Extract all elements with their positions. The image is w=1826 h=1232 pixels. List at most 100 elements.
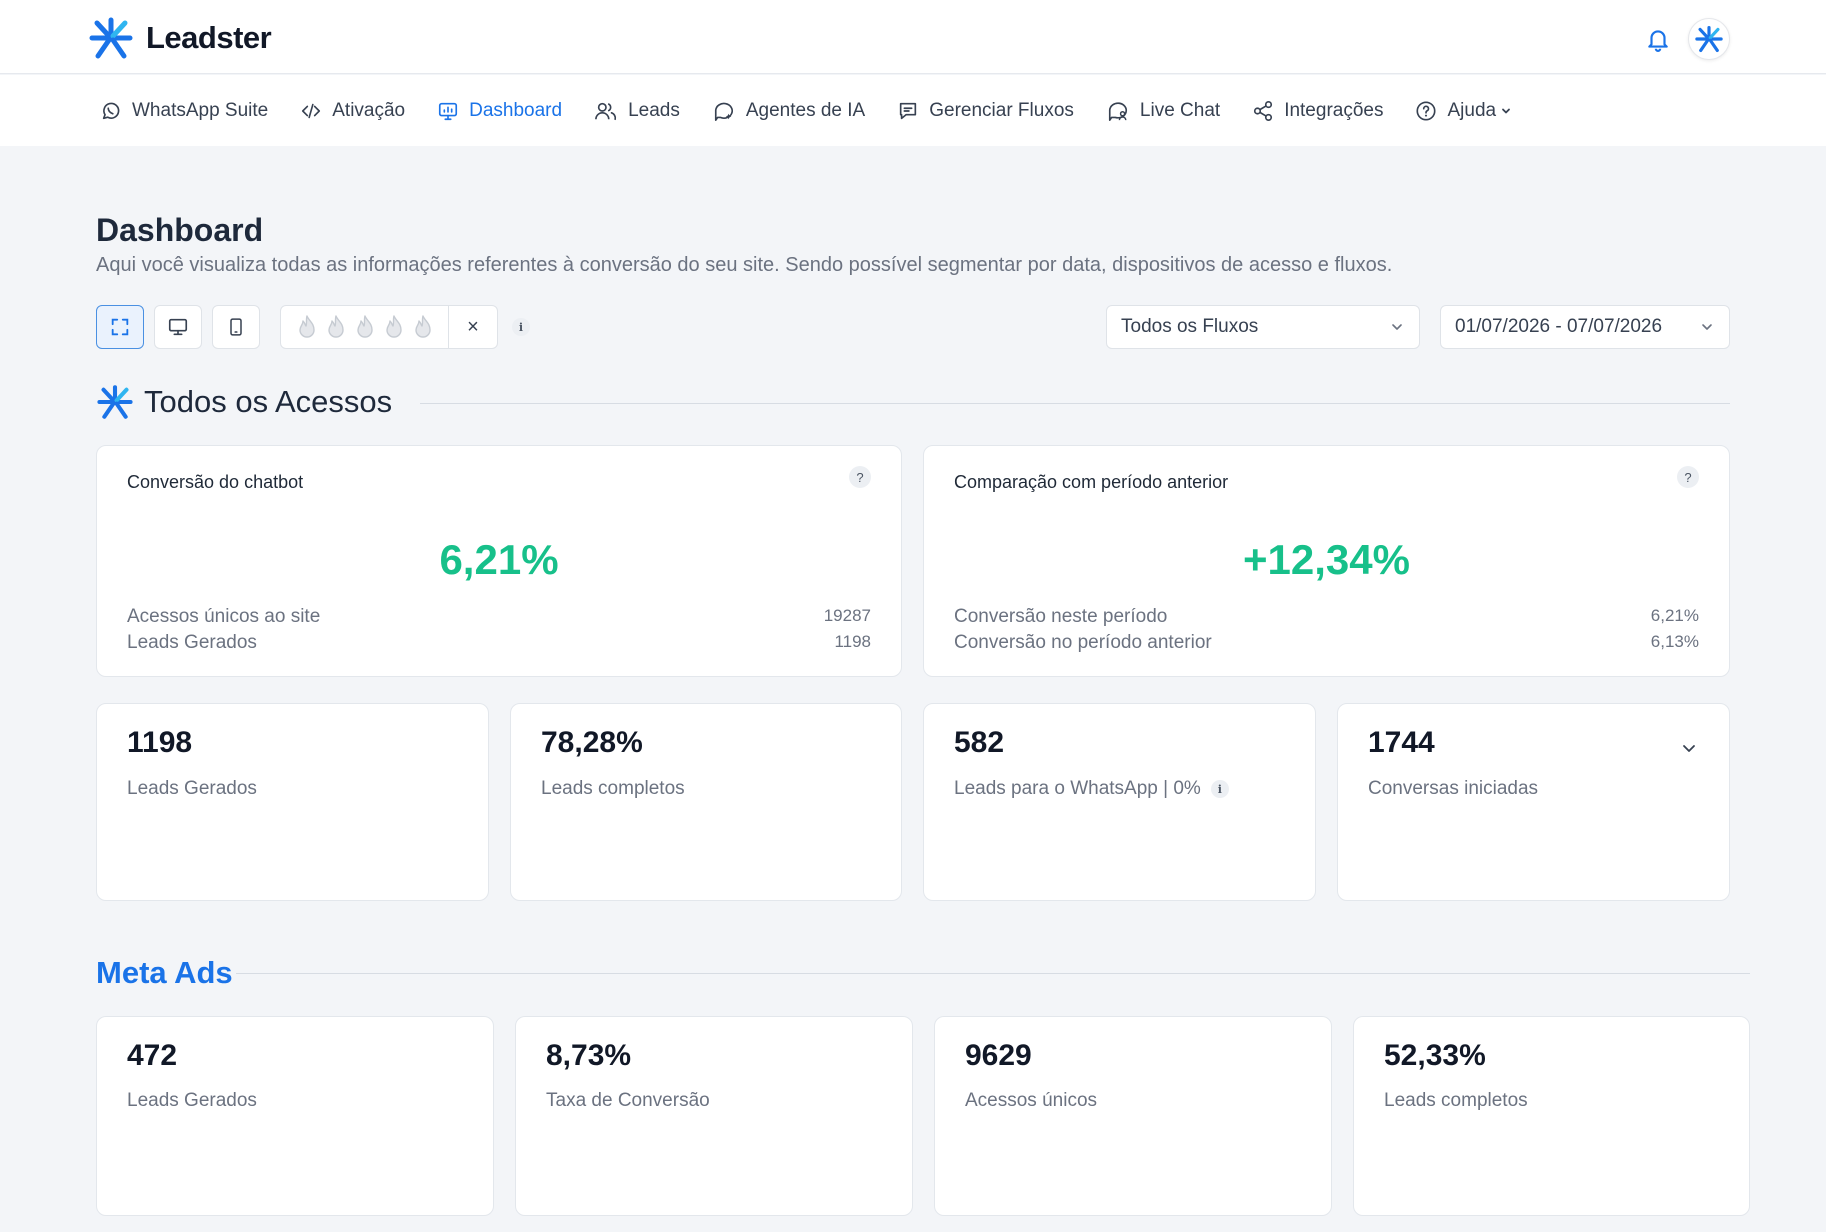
- stat-label: Leads para o WhatsApp | 0% i: [954, 778, 1229, 800]
- page-subtitle: Aqui você visualiza todas as informações…: [96, 254, 1393, 276]
- nav-item-leads[interactable]: Leads: [594, 100, 680, 122]
- nav-item-gerenciar-fluxos[interactable]: Gerenciar Fluxos: [897, 100, 1074, 122]
- stat-card-conversas-iniciadas: 1744 Conversas iniciadas: [1337, 703, 1730, 901]
- meta-stat-card-leads-completos: 52,33% Leads completos: [1353, 1016, 1750, 1216]
- leadster-logo-icon: [89, 17, 133, 59]
- main-nav: WhatsApp Suite Ativação Dashboard Leads …: [0, 75, 1826, 146]
- date-range-picker[interactable]: 01/07/2026 - 07/07/2026: [1440, 305, 1730, 349]
- stat-label: Conversas iniciadas: [1368, 778, 1538, 800]
- device-filter-all[interactable]: [96, 305, 144, 349]
- stat-card-leads-gerados: 1198 Leads Gerados: [96, 703, 489, 901]
- stat-label-text: Leads para o WhatsApp | 0%: [954, 778, 1201, 799]
- metric-value: 6,21%: [1650, 606, 1699, 625]
- device-filter-mobile[interactable]: [212, 305, 260, 349]
- mobile-icon: [230, 318, 242, 336]
- flow-select[interactable]: Todos os Fluxos: [1106, 305, 1420, 349]
- page-title: Dashboard: [96, 212, 264, 248]
- lead-temperature-filter: ×: [280, 305, 498, 349]
- fire-icon[interactable]: [411, 314, 435, 340]
- stat-label-text: Acessos únicos: [965, 1090, 1098, 1111]
- users-icon: [595, 102, 617, 120]
- notification-bell-icon[interactable]: [1645, 26, 1671, 52]
- stat-label: Acessos únicos: [965, 1090, 1097, 1112]
- message-square-icon: [900, 102, 917, 119]
- section-divider: [236, 973, 1750, 974]
- meta-stat-card-acessos-unicos: 9629 Acessos únicos: [934, 1016, 1332, 1216]
- metric-label: Conversão neste período: [954, 606, 1168, 627]
- stat-card-leads-whatsapp: 582 Leads para o WhatsApp | 0% i: [923, 703, 1316, 901]
- chat-sparkle-icon: [714, 102, 733, 121]
- nav-label: Agentes de IA: [745, 99, 866, 121]
- clear-filter-button[interactable]: ×: [449, 316, 497, 339]
- nav-label: Integrações: [1284, 99, 1384, 121]
- metric-value: 1198: [834, 632, 871, 651]
- metric-value: 6,13%: [1650, 632, 1699, 651]
- leadster-logo-icon: [97, 385, 133, 419]
- fire-icon[interactable]: [353, 314, 377, 340]
- avatar-logo-icon: [1695, 25, 1723, 53]
- chevron-down-icon: [1702, 324, 1712, 330]
- all-devices-icon: [111, 318, 129, 336]
- fire-icon[interactable]: [295, 314, 319, 340]
- metric-value: 19287: [823, 606, 871, 625]
- metric-row: Conversão neste período 6,21%: [954, 606, 1699, 628]
- whatsapp-icon: [102, 102, 120, 119]
- section-header-all: Todos os Acessos: [96, 384, 392, 420]
- top-bar: Leadster: [0, 0, 1826, 74]
- stat-label-text: Taxa de Conversão: [546, 1090, 710, 1111]
- section-title: Meta Ads: [96, 955, 233, 990]
- metric-row: Conversão no período anterior 6,13%: [954, 632, 1699, 654]
- stat-label: Leads Gerados: [127, 778, 257, 800]
- info-icon[interactable]: i: [1210, 780, 1229, 798]
- conversion-value: 6,21%: [439, 536, 559, 583]
- stat-label-text: Leads Gerados: [127, 1090, 257, 1111]
- code-icon: [302, 103, 321, 118]
- stat-label: Leads completos: [541, 778, 685, 800]
- nav-label: Gerenciar Fluxos: [929, 99, 1074, 121]
- nav-item-ajuda[interactable]: Ajuda: [1415, 100, 1512, 122]
- period-comparison-card: Comparação com período anterior ? +12,34…: [923, 445, 1730, 677]
- help-icon[interactable]: ?: [1677, 466, 1699, 488]
- nav-item-dashboard[interactable]: Dashboard: [437, 100, 562, 122]
- date-range-value: 01/07/2026 - 07/07/2026: [1455, 316, 1663, 337]
- nav-item-live-chat[interactable]: Live Chat: [1106, 100, 1220, 122]
- meta-stat-card-leads-gerados: 472 Leads Gerados: [96, 1016, 494, 1216]
- nav-item-agentes-de-ia[interactable]: Agentes de IA: [712, 100, 865, 122]
- stat-value: 582: [954, 726, 1005, 759]
- fire-icon[interactable]: [324, 314, 348, 340]
- meta-stat-card-taxa-conversao: 8,73% Taxa de Conversão: [515, 1016, 913, 1216]
- metric-label: Leads Gerados: [127, 632, 257, 653]
- fire-rating[interactable]: [281, 306, 449, 348]
- nav-item-integracoes[interactable]: Integrações: [1252, 100, 1383, 122]
- monitor-chart-icon: [439, 102, 458, 120]
- help-icon[interactable]: ?: [849, 466, 871, 488]
- info-icon[interactable]: i: [512, 318, 530, 336]
- chevron-down-icon[interactable]: [1679, 738, 1699, 758]
- app-frame: Leadster WhatsApp Suite Ativação Dashboa…: [0, 0, 1826, 1232]
- nav-item-ativacao[interactable]: Ativação: [300, 100, 405, 122]
- device-filter-desktop[interactable]: [154, 305, 202, 349]
- flow-select-value: Todos os Fluxos: [1121, 316, 1259, 337]
- stat-label-text: Leads completos: [541, 778, 685, 799]
- card-label: Conversão do chatbot: [127, 472, 304, 492]
- user-avatar[interactable]: [1688, 18, 1730, 60]
- stat-value: 8,73%: [546, 1039, 632, 1072]
- section-title: Todos os Acessos: [144, 384, 393, 419]
- nav-label: Ajuda: [1447, 99, 1497, 121]
- help-circle-icon: [1416, 100, 1437, 121]
- card-label: Comparação com período anterior: [954, 472, 1229, 492]
- fire-icon[interactable]: [382, 314, 406, 340]
- metric-label: Conversão no período anterior: [954, 632, 1212, 653]
- stat-value: 472: [127, 1039, 178, 1072]
- stat-value: 52,33%: [1384, 1039, 1486, 1072]
- share-nodes-icon: [1254, 100, 1273, 121]
- desktop-icon: [168, 318, 188, 336]
- chat-user-icon: [1108, 101, 1127, 121]
- chevron-down-icon: [1502, 108, 1510, 113]
- brand-logo[interactable]: Leadster: [88, 16, 272, 60]
- nav-item-whatsapp-suite[interactable]: WhatsApp Suite: [100, 100, 268, 122]
- stat-label: Leads Gerados: [127, 1090, 257, 1112]
- stat-label-text: Conversas iniciadas: [1368, 778, 1539, 799]
- chevron-down-icon: [1392, 324, 1402, 330]
- brand-name: Leadster: [146, 20, 272, 55]
